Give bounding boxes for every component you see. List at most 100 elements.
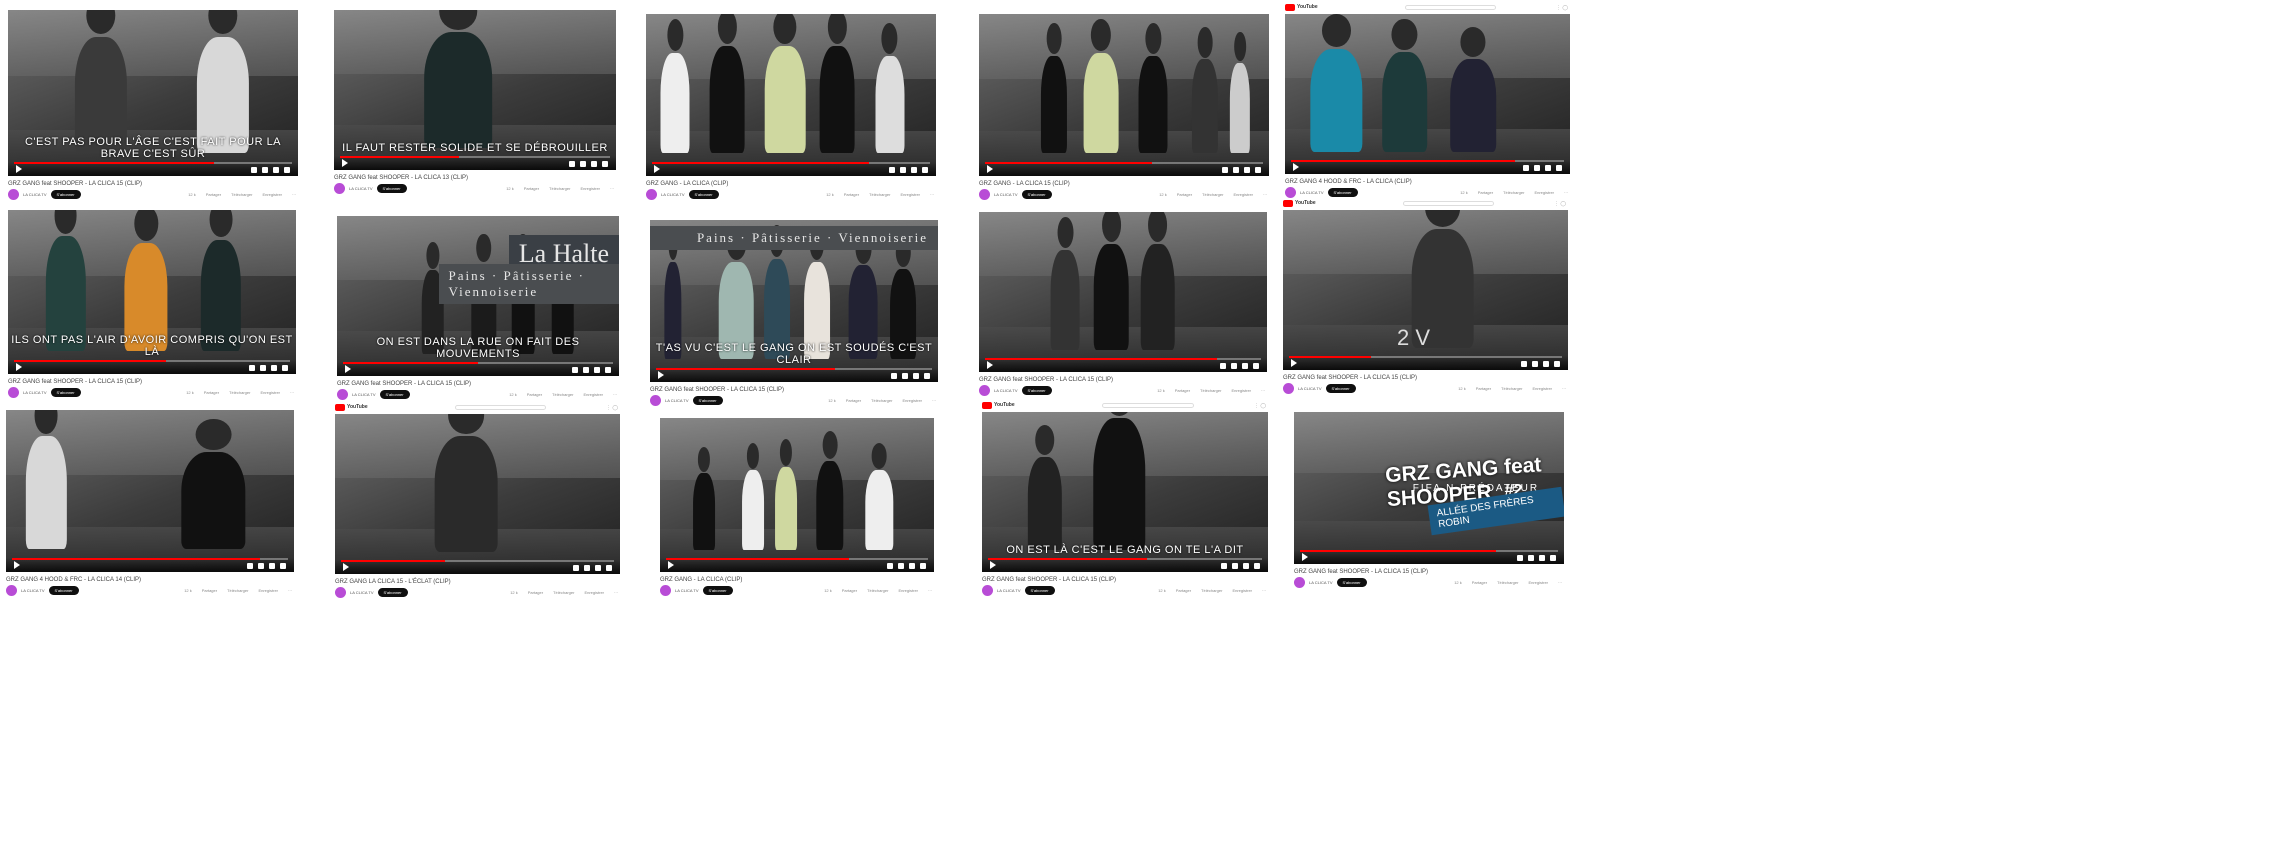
action-button[interactable]: 12 k: [824, 588, 832, 593]
action-button[interactable]: 12 k: [506, 186, 514, 191]
settings-icon[interactable]: [269, 563, 275, 569]
youtube-logo-icon[interactable]: [982, 402, 992, 409]
volume-icon[interactable]: [262, 167, 268, 173]
action-button[interactable]: Enregistrer: [262, 192, 282, 197]
subscribe-button[interactable]: S'abonner: [48, 586, 79, 595]
action-button[interactable]: Télécharger: [552, 392, 573, 397]
progress-bar[interactable]: [343, 362, 613, 364]
video-player[interactable]: La Halte Pains · Pâtisserie · Viennoiseri…: [337, 216, 619, 376]
settings-icon[interactable]: [913, 373, 919, 379]
action-button[interactable]: Télécharger: [1503, 190, 1524, 195]
action-button[interactable]: Enregistrer: [902, 398, 922, 403]
settings-icon[interactable]: [909, 563, 915, 569]
next-icon[interactable]: [572, 367, 578, 373]
subscribe-button[interactable]: S'abonner: [379, 390, 410, 399]
play-icon[interactable]: [990, 561, 996, 569]
volume-icon[interactable]: [584, 565, 590, 571]
subscribe-button[interactable]: S'abonner: [376, 184, 407, 193]
next-icon[interactable]: [891, 373, 897, 379]
subscribe-button[interactable]: S'abonner: [1021, 190, 1052, 199]
video-player[interactable]: C'EST PAS POUR L'ÂGE C'EST FAIT POUR LA …: [8, 10, 298, 176]
action-button[interactable]: Télécharger: [867, 588, 888, 593]
settings-icon[interactable]: [911, 167, 917, 173]
settings-icon[interactable]: [1243, 563, 1249, 569]
action-button[interactable]: ···: [1562, 386, 1566, 391]
volume-icon[interactable]: [902, 373, 908, 379]
channel-name[interactable]: LA CLICA TV: [1309, 580, 1333, 585]
video-player[interactable]: [979, 14, 1269, 176]
fullscreen-icon[interactable]: [1254, 563, 1260, 569]
next-icon[interactable]: [887, 563, 893, 569]
progress-bar[interactable]: [1291, 160, 1564, 162]
channel-name[interactable]: LA CLICA TV: [23, 390, 47, 395]
action-button[interactable]: Partager: [206, 192, 221, 197]
video-player[interactable]: [335, 414, 620, 574]
settings-icon[interactable]: [273, 167, 279, 173]
action-button[interactable]: 12 k: [510, 590, 518, 595]
volume-icon[interactable]: [580, 161, 586, 167]
action-button[interactable]: Enregistrer: [260, 390, 280, 395]
play-icon[interactable]: [343, 563, 349, 571]
action-button[interactable]: ···: [1262, 588, 1266, 593]
avatar[interactable]: [1285, 187, 1296, 198]
action-button[interactable]: 12 k: [1157, 388, 1165, 393]
settings-icon[interactable]: [1543, 361, 1549, 367]
progress-bar[interactable]: [988, 558, 1262, 560]
progress-bar[interactable]: [985, 358, 1261, 360]
avatar[interactable]: [8, 387, 19, 398]
subscribe-button[interactable]: S'abonner: [702, 586, 733, 595]
next-icon[interactable]: [249, 365, 255, 371]
volume-icon[interactable]: [258, 563, 264, 569]
subscribe-button[interactable]: S'abonner: [1024, 586, 1055, 595]
channel-name[interactable]: LA CLICA TV: [1298, 386, 1322, 391]
action-button[interactable]: ···: [1564, 190, 1568, 195]
volume-icon[interactable]: [1231, 363, 1237, 369]
action-button[interactable]: ···: [1263, 192, 1267, 197]
video-player[interactable]: [660, 418, 934, 572]
volume-icon[interactable]: [1232, 563, 1238, 569]
search-input[interactable]: [454, 405, 546, 410]
youtube-logo-icon[interactable]: [1283, 200, 1293, 207]
avatar[interactable]: [6, 585, 17, 596]
fullscreen-icon[interactable]: [922, 167, 928, 173]
avatar[interactable]: [335, 587, 346, 598]
next-icon[interactable]: [1221, 563, 1227, 569]
volume-icon[interactable]: [260, 365, 266, 371]
action-button[interactable]: 12 k: [188, 192, 196, 197]
progress-bar[interactable]: [341, 560, 614, 562]
fullscreen-icon[interactable]: [1550, 555, 1556, 561]
action-button[interactable]: 12 k: [1460, 190, 1468, 195]
account-menu-icon[interactable]: ⋮ ◯: [606, 405, 618, 411]
channel-name[interactable]: LA CLICA TV: [352, 392, 376, 397]
progress-bar[interactable]: [12, 558, 288, 560]
fullscreen-icon[interactable]: [1253, 363, 1259, 369]
channel-name[interactable]: LA CLICA TV: [994, 192, 1018, 197]
action-button[interactable]: Partager: [524, 186, 539, 191]
subscribe-button[interactable]: S'abonner: [692, 396, 723, 405]
play-icon[interactable]: [987, 361, 993, 369]
action-button[interactable]: Enregistrer: [1532, 386, 1552, 391]
action-button[interactable]: Télécharger: [1501, 386, 1522, 391]
action-button[interactable]: Télécharger: [871, 398, 892, 403]
progress-bar[interactable]: [14, 162, 292, 164]
settings-icon[interactable]: [271, 365, 277, 371]
channel-name[interactable]: LA CLICA TV: [21, 588, 45, 593]
next-icon[interactable]: [1222, 167, 1228, 173]
youtube-logo-icon[interactable]: [1285, 4, 1295, 11]
progress-bar[interactable]: [652, 162, 930, 164]
action-button[interactable]: Partager: [1472, 580, 1487, 585]
action-button[interactable]: ···: [292, 192, 296, 197]
action-button[interactable]: 12 k: [1454, 580, 1462, 585]
action-button[interactable]: Télécharger: [553, 590, 574, 595]
channel-name[interactable]: LA CLICA TV: [1300, 190, 1324, 195]
play-icon[interactable]: [987, 165, 993, 173]
action-button[interactable]: Enregistrer: [258, 588, 278, 593]
action-button[interactable]: Partager: [1476, 386, 1491, 391]
action-button[interactable]: Enregistrer: [580, 186, 600, 191]
action-button[interactable]: Enregistrer: [900, 192, 920, 197]
volume-icon[interactable]: [1528, 555, 1534, 561]
volume-icon[interactable]: [583, 367, 589, 373]
subscribe-button[interactable]: S'abonner: [1336, 578, 1367, 587]
next-icon[interactable]: [247, 563, 253, 569]
video-player[interactable]: IL FAUT RESTER SOLIDE ET SE DÉBROUILLER: [334, 10, 616, 170]
